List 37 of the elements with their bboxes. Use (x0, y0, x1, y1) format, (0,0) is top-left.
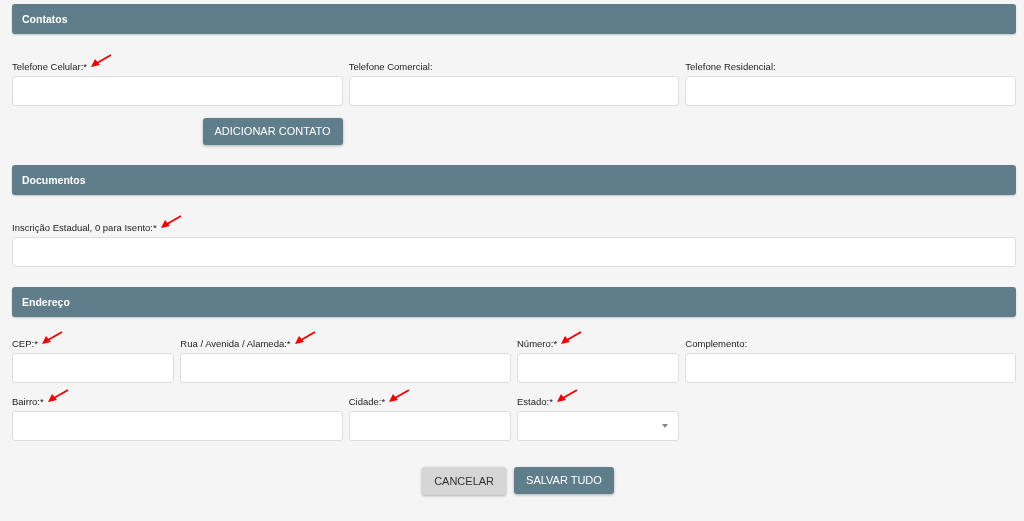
input-field[interactable] (12, 353, 175, 383)
annotation-arrow-icon (560, 331, 583, 345)
section-header: Endereço (12, 287, 1016, 317)
select-field[interactable] (517, 411, 680, 441)
section-header: Documentos (12, 165, 1016, 195)
input-field[interactable] (12, 411, 343, 441)
annotation-arrow-icon (555, 389, 578, 403)
input-field[interactable] (180, 353, 511, 383)
input-field[interactable] (348, 411, 511, 441)
field-label: Inscrição Estadual, 0 para Isento:* (12, 221, 157, 235)
annotation-arrow-icon (90, 54, 112, 68)
save-button[interactable]: SALVAR TUDO (514, 467, 614, 494)
input-field[interactable] (685, 353, 1016, 383)
input-field[interactable] (12, 237, 1016, 267)
annotation-arrow-icon (46, 389, 69, 403)
add-contact-button[interactable]: ADICIONAR CONTATO (202, 118, 343, 145)
field-label: Rua / Avenida / Alameda:* (180, 337, 291, 351)
section-header: Contatos (12, 4, 1016, 34)
annotation-arrow-icon (293, 331, 316, 345)
annotation-arrow-icon (388, 389, 411, 403)
caret-icon (662, 424, 669, 428)
input-field[interactable] (12, 76, 343, 106)
field-label: Número:* (517, 337, 558, 351)
cancel-button[interactable]: CANCELAR (422, 467, 507, 495)
field-label: Cidade:* (348, 395, 386, 409)
annotation-arrow-icon (159, 215, 182, 229)
field-label: Telefone Comercial: (348, 60, 433, 74)
field-label: CEP:* (12, 337, 38, 351)
input-field[interactable] (348, 76, 680, 106)
field-label: Telefone Celular:* (12, 60, 87, 74)
field-label: Telefone Residencial: (685, 60, 776, 74)
input-field[interactable] (517, 353, 680, 383)
annotation-arrow-icon (40, 331, 63, 345)
field-label: Estado:* (517, 395, 553, 409)
field-label: Bairro:* (12, 395, 44, 409)
input-field[interactable] (685, 76, 1016, 106)
field-label: Complemento: (685, 337, 748, 351)
